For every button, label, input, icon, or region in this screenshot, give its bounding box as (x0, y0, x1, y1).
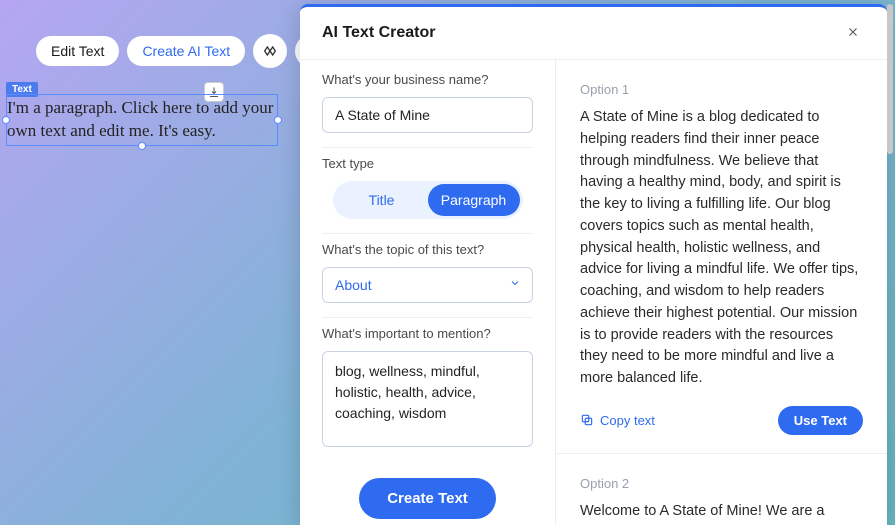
modal-body: What's your business name? Text type Tit… (300, 60, 887, 525)
option-text: A State of Mine is a blog dedicated to h… (580, 107, 863, 390)
floating-toolbar: Edit Text Create AI Text (36, 34, 329, 68)
resize-handle-left[interactable] (2, 116, 10, 124)
use-text-button[interactable]: Use Text (778, 406, 863, 435)
option-text: Welcome to A State of Mine! We are a min… (580, 501, 863, 525)
create-ai-text-button[interactable]: Create AI Text (127, 36, 245, 66)
option-actions: Copy text Use Text (580, 406, 863, 435)
result-option: Option 1 A State of Mine is a blog dedic… (556, 60, 887, 454)
topic-select[interactable]: About (322, 267, 533, 303)
option-label: Option 1 (580, 82, 863, 97)
form-column: What's your business name? Text type Tit… (300, 60, 556, 525)
business-name-field: What's your business name? (322, 72, 533, 148)
resize-handle-right[interactable] (274, 116, 282, 124)
business-name-label: What's your business name? (322, 72, 533, 87)
page-scrollbar[interactable] (887, 4, 893, 154)
text-type-label: Text type (322, 156, 533, 171)
topic-label: What's the topic of this text? (322, 242, 533, 257)
seg-paragraph-button[interactable]: Paragraph (428, 184, 520, 216)
business-name-input[interactable] (322, 97, 533, 133)
canvas-text-element[interactable]: I'm a paragraph. Click here to add your … (6, 94, 278, 146)
animation-icon[interactable] (253, 34, 287, 68)
topic-field: What's the topic of this text? About (322, 242, 533, 318)
copy-text-button[interactable]: Copy text (580, 413, 655, 428)
mention-textarea[interactable]: blog, wellness, mindful, holistic, healt… (322, 351, 533, 447)
text-type-field: Text type Title Paragraph (322, 156, 533, 234)
canvas-text-content: I'm a paragraph. Click here to add your … (7, 98, 273, 140)
mention-label: What's important to mention? (322, 326, 533, 341)
create-text-button[interactable]: Create Text (359, 478, 496, 519)
copy-text-label: Copy text (600, 413, 655, 428)
resize-handle-bottom[interactable] (138, 142, 146, 150)
option-label: Option 2 (580, 476, 863, 491)
result-option: Option 2 Welcome to A State of Mine! We … (556, 454, 887, 525)
copy-icon (580, 413, 594, 427)
modal-header: AI Text Creator (300, 7, 887, 60)
modal-title: AI Text Creator (322, 24, 436, 42)
seg-title-button[interactable]: Title (336, 184, 428, 216)
text-type-toggle: Title Paragraph (333, 181, 523, 219)
close-button[interactable] (841, 21, 865, 45)
results-column[interactable]: Option 1 A State of Mine is a blog dedic… (556, 60, 887, 525)
edit-text-button[interactable]: Edit Text (36, 36, 119, 66)
mention-field: What's important to mention? blog, welln… (322, 326, 533, 466)
ai-text-creator-modal: AI Text Creator What's your business nam… (300, 4, 887, 525)
